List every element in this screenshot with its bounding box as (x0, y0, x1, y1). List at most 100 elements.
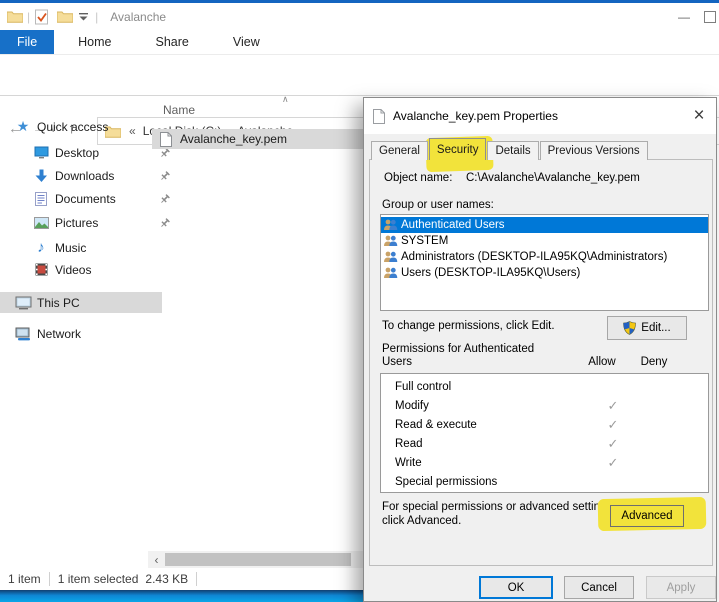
group-users-icon (383, 235, 398, 247)
group-row-users[interactable]: Users (DESKTOP-ILA95KQ\Users) (381, 265, 708, 281)
sidebar-item-label: Videos (55, 263, 91, 277)
ribbon-tab-share[interactable]: Share (142, 30, 203, 54)
group-users-icon (383, 219, 398, 231)
ok-button[interactable]: OK (479, 576, 553, 599)
minimize-button[interactable]: — (671, 10, 697, 24)
group-name: SYSTEM (401, 235, 448, 247)
permission-row-full-control: Full control (381, 377, 708, 396)
scroll-left-icon[interactable]: ‹ (148, 553, 165, 567)
qat-dropdown-icon[interactable] (79, 13, 88, 21)
maximize-button[interactable] (697, 11, 719, 23)
permission-row-write: Write ✓ (381, 453, 708, 472)
dialog-close-icon[interactable]: × (686, 102, 712, 128)
pin-icon (160, 194, 170, 204)
sidebar-item-documents[interactable]: Documents (0, 188, 180, 209)
sidebar-item-downloads[interactable]: Downloads (0, 165, 180, 186)
pictures-icon (32, 217, 50, 229)
column-header-name[interactable]: Name (163, 103, 195, 117)
group-list-label: Group or user names: (382, 199, 494, 211)
security-tab-page: Object name: C:\Avalanche\Avalanche_key.… (369, 159, 713, 566)
advanced-button[interactable]: Advanced (610, 505, 684, 527)
sidebar-item-label: Documents (55, 192, 116, 206)
file-icon (160, 132, 172, 147)
file-row-avalanche-key[interactable]: Avalanche_key.pem (152, 129, 364, 149)
maximize-icon (704, 11, 716, 23)
edit-hint: To change permissions, click Edit. (382, 320, 555, 332)
status-selection: 1 item selected (58, 572, 139, 586)
tab-label: General (379, 145, 420, 157)
cancel-button[interactable]: Cancel (564, 576, 634, 599)
object-name-label: Object name: (384, 172, 452, 184)
permission-name: Read & execute (395, 419, 477, 431)
network-icon (14, 327, 32, 341)
group-row-system[interactable]: SYSTEM (381, 233, 708, 249)
file-name: Avalanche_key.pem (180, 132, 287, 146)
status-separator (49, 572, 50, 586)
apply-button[interactable]: Apply (646, 576, 716, 599)
pin-icon (160, 171, 170, 181)
group-name: Authenticated Users (401, 219, 505, 231)
permissions-list: Full control Modify ✓ Read & execute ✓ R… (380, 373, 709, 493)
allow-check-icon: ✓ (587, 436, 639, 452)
object-name-value: C:\Avalanche\Avalanche_key.pem (466, 172, 640, 184)
status-item-count: 1 item (8, 572, 41, 586)
videos-icon (32, 263, 50, 276)
taskbar-edge (0, 590, 363, 602)
navigation-toolbar: ← → ∨ ↑ « Local Disk (C:) › Avalanche ∨ … (0, 55, 719, 96)
permissions-label-line2: Users (382, 356, 412, 368)
permission-name: Full control (395, 381, 451, 393)
sidebar-item-label: Music (55, 241, 86, 255)
sidebar-item-this-pc[interactable]: This PC (0, 292, 162, 313)
group-users-icon (383, 251, 398, 263)
sidebar-item-label: Network (37, 327, 81, 341)
sidebar-item-quick-access[interactable]: ★ Quick access (0, 116, 162, 137)
qat-separator: | (27, 10, 30, 24)
tab-previous-versions[interactable]: Previous Versions (540, 141, 648, 160)
permission-row-read-execute: Read & execute ✓ (381, 415, 708, 434)
horizontal-scrollbar[interactable]: ‹ (148, 551, 363, 568)
sidebar-item-music[interactable]: ♪ Music (0, 237, 180, 258)
uac-shield-icon (623, 321, 636, 335)
permission-row-read: Read ✓ (381, 434, 708, 453)
allow-check-icon: ✓ (587, 398, 639, 414)
tab-label: Previous Versions (548, 145, 640, 157)
qat-folder-icon[interactable] (57, 10, 73, 23)
edit-button-label: Edit... (641, 322, 670, 334)
group-row-authenticated-users[interactable]: Authenticated Users (381, 217, 708, 233)
group-name: Users (DESKTOP-ILA95KQ\Users) (401, 267, 580, 279)
status-separator (196, 572, 197, 586)
status-size: 2.43 KB (145, 572, 188, 586)
permission-name: Modify (395, 400, 429, 412)
scrollbar-thumb[interactable] (165, 553, 351, 566)
title-bar: | | Avalanche — (0, 3, 719, 30)
app-folder-icon[interactable] (7, 10, 23, 23)
edit-button[interactable]: Edit... (607, 316, 687, 340)
ribbon-tab-bar: File Home Share View (0, 30, 719, 55)
sidebar-item-label: Quick access (37, 120, 108, 134)
group-users-icon (383, 267, 398, 279)
sidebar-item-videos[interactable]: Videos (0, 259, 180, 280)
sidebar-item-label: Downloads (55, 169, 114, 183)
qat-properties-icon[interactable] (34, 9, 49, 25)
permissions-label-line1: Permissions for Authenticated (382, 343, 534, 355)
properties-dialog: Avalanche_key.pem Properties × General S… (363, 97, 717, 602)
dialog-title-bar: Avalanche_key.pem Properties × (364, 98, 716, 134)
ribbon-tab-file[interactable]: File (0, 30, 54, 54)
group-row-administrators[interactable]: Administrators (DESKTOP-ILA95KQ\Administ… (381, 249, 708, 265)
tab-details[interactable]: Details (487, 141, 538, 160)
ribbon-tab-view[interactable]: View (219, 30, 274, 54)
tab-general[interactable]: General (371, 141, 428, 160)
sidebar-item-network[interactable]: Network (0, 323, 162, 344)
group-user-list: Authenticated Users SYSTEM Administrator… (380, 214, 709, 311)
quick-access-star-icon: ★ (14, 118, 32, 135)
ribbon-tab-home[interactable]: Home (64, 30, 125, 54)
group-name: Administrators (DESKTOP-ILA95KQ\Administ… (401, 251, 667, 263)
tab-security[interactable]: Security (429, 138, 487, 160)
sidebar-item-pictures[interactable]: Pictures (0, 212, 180, 233)
permission-name: Special permissions (395, 476, 497, 488)
advanced-hint-line2: click Advanced. (382, 515, 461, 527)
downloads-icon (32, 169, 50, 183)
permission-row-modify: Modify ✓ (381, 396, 708, 415)
dialog-title: Avalanche_key.pem Properties (393, 109, 558, 123)
explorer-window: | | Avalanche — File Home Share View ← →… (0, 0, 719, 602)
